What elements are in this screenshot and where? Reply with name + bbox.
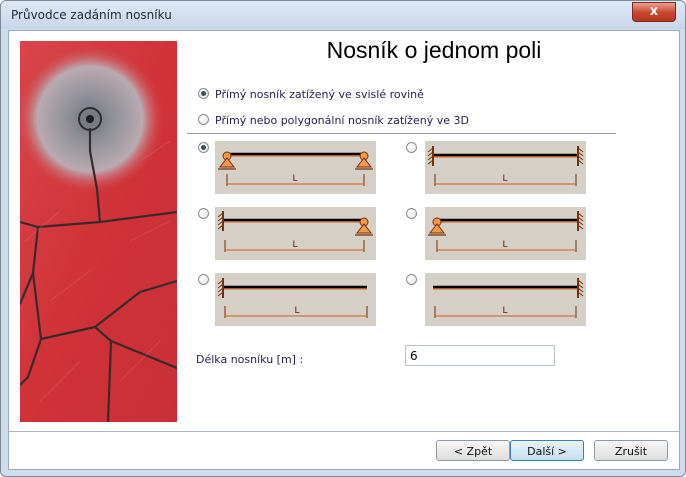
footer-separator: [9, 431, 679, 432]
radio-pinned-fixed[interactable]: [406, 208, 417, 219]
beam-diagram-free-fixed[interactable]: L: [425, 273, 586, 326]
fixed-support-icon: [217, 211, 224, 231]
beam-diagram-pinned-pinned[interactable]: L: [215, 141, 376, 194]
radio-3d[interactable]: [198, 114, 209, 125]
wizard-window: Průvodce zadáním nosníku x Nosník o jedn…: [0, 0, 686, 477]
span-label: L: [502, 240, 507, 250]
length-input[interactable]: [405, 345, 555, 366]
option-label-vertical-plane: Přímý nosník zatížený ve svislé rovině: [215, 88, 424, 101]
radio-fixed-free[interactable]: [198, 274, 209, 285]
span-label: L: [292, 240, 297, 250]
span-label: L: [502, 306, 507, 316]
separator: [187, 133, 616, 134]
title-bar: Průvodce zadáním nosníku x: [1, 1, 685, 29]
fixed-support-icon: [577, 146, 584, 166]
radio-pinned-pinned[interactable]: [198, 142, 209, 153]
span-label: L: [292, 174, 297, 184]
back-button[interactable]: < Zpět: [436, 440, 510, 461]
option-label-3d: Přímý nebo polygonální nosník zatížený v…: [215, 114, 469, 127]
span-label: L: [294, 306, 299, 316]
next-button[interactable]: Další >: [510, 440, 584, 461]
beam-diagram-fixed-fixed[interactable]: L: [425, 141, 586, 194]
length-label: Délka nosníku [m] :: [196, 353, 304, 366]
decorative-image: [20, 41, 177, 422]
fixed-support-icon: [577, 278, 584, 298]
cancel-button[interactable]: Zrušit: [594, 440, 668, 461]
beam-diagram-fixed-pinned[interactable]: L: [215, 207, 376, 260]
page-title: Nosník o jednom poli: [326, 37, 542, 63]
beam-diagram-pinned-fixed[interactable]: L: [425, 207, 586, 260]
fixed-support-icon: [217, 278, 224, 298]
radio-fixed-fixed[interactable]: [406, 142, 417, 153]
close-button[interactable]: x: [632, 2, 676, 22]
span-label: L: [502, 174, 507, 184]
window-title: Průvodce zadáním nosníku: [11, 8, 172, 22]
fixed-support-icon: [427, 146, 434, 166]
radio-fixed-pinned[interactable]: [198, 208, 209, 219]
radio-free-fixed[interactable]: [406, 274, 417, 285]
fixed-support-icon: [577, 211, 584, 231]
wizard-content: Nosník o jednom poli Přímý nosník zatíže…: [8, 30, 680, 470]
radio-vertical-plane[interactable]: [198, 88, 209, 99]
beam-diagram-fixed-free[interactable]: L: [215, 273, 376, 326]
